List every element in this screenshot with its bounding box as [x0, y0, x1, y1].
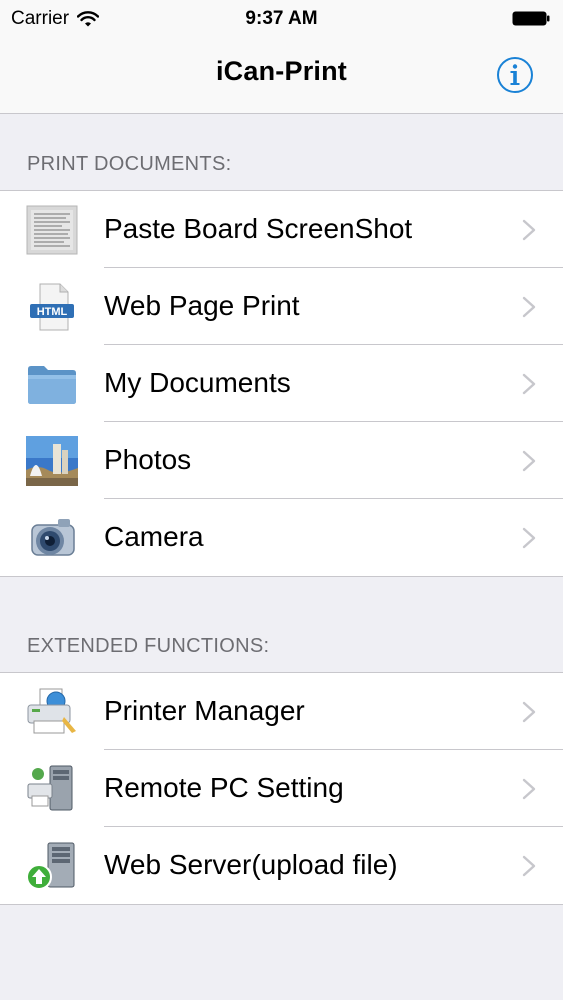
- chevron-right-icon: [522, 219, 536, 241]
- my-documents-label: My Documents: [104, 367, 291, 398]
- page-title: iCan-Print: [215, 56, 347, 86]
- info-button[interactable]: [496, 56, 534, 94]
- web-server-icon: [26, 842, 75, 890]
- list-item-web-page-print[interactable]: HTML Web Page Print: [0, 268, 563, 345]
- print-documents-list: Paste Board ScreenShot HTML Web Page Pri…: [0, 190, 563, 577]
- list-item-paste-board-screenshot[interactable]: Paste Board ScreenShot: [0, 191, 563, 268]
- html-icon-text: HTML: [37, 306, 68, 318]
- camera-icon: [31, 519, 75, 556]
- html-file-icon: HTML: [30, 283, 74, 331]
- list-item-photos[interactable]: Photos: [0, 422, 563, 499]
- folder-icon: [28, 366, 76, 404]
- paste-board-icon: [26, 205, 78, 255]
- paste-board-screenshot-label: Paste Board ScreenShot: [104, 213, 413, 244]
- list-item-my-documents[interactable]: My Documents: [0, 345, 563, 422]
- chevron-right-icon: [522, 450, 536, 472]
- list-item-remote-pc-setting[interactable]: Remote PC Setting: [0, 750, 563, 827]
- status-time: 9:37 AM: [245, 8, 318, 29]
- chevron-right-icon: [522, 701, 536, 723]
- web-page-print-label: Web Page Print: [104, 290, 300, 321]
- printer-manager-label: Printer Manager: [104, 695, 305, 726]
- remote-pc-setting-label: Remote PC Setting: [104, 772, 344, 803]
- printer-icon: [27, 688, 76, 734]
- list-item-web-server-upload-file[interactable]: Web Server(upload file): [0, 827, 563, 904]
- chevron-right-icon: [522, 527, 536, 549]
- list-item-printer-manager[interactable]: Printer Manager: [0, 673, 563, 750]
- chevron-right-icon: [522, 373, 536, 395]
- list-item-camera[interactable]: Camera: [0, 499, 563, 576]
- extended-functions-list: Printer Manager Remote PC Setting Web Se…: [0, 672, 563, 905]
- web-server-upload-file-label: Web Server(upload file): [104, 849, 398, 880]
- camera-label: Camera: [104, 521, 204, 552]
- chevron-right-icon: [522, 778, 536, 800]
- section-header-extended-functions: EXTENDED FUNCTIONS:: [27, 635, 270, 657]
- navigation-bar: iCan-Print: [0, 38, 563, 114]
- status-bar: Carrier 9:37 AM: [0, 0, 563, 38]
- photos-label: Photos: [104, 444, 192, 475]
- photos-icon: [26, 436, 78, 486]
- battery-icon: [512, 11, 550, 26]
- chevron-right-icon: [522, 296, 536, 318]
- chevron-right-icon: [522, 855, 536, 877]
- remote-pc-icon: [27, 765, 73, 811]
- section-header-print-documents: PRINT DOCUMENTS:: [27, 153, 232, 175]
